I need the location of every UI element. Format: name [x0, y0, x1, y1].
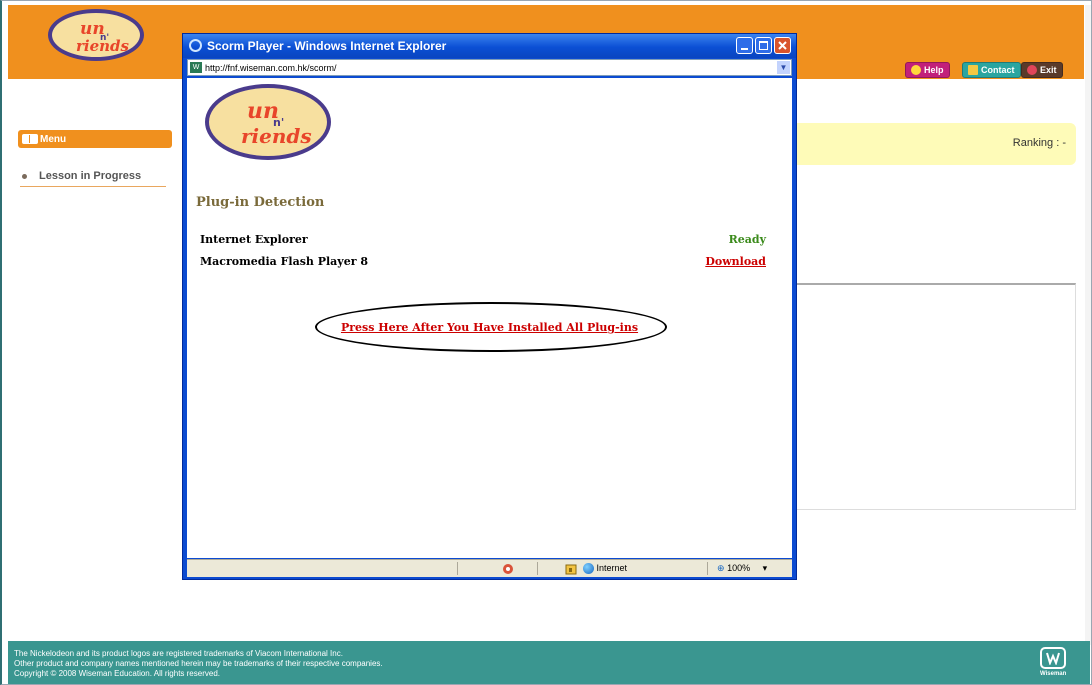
maximize-icon	[759, 41, 768, 50]
download-link[interactable]: Download	[705, 255, 766, 268]
status-divider	[457, 562, 458, 575]
address-dropdown-chevron-down-icon[interactable]: ▼	[777, 61, 790, 74]
popup-blocked-icon[interactable]	[502, 563, 514, 575]
bullet-icon	[22, 173, 27, 179]
site-favicon-icon: W	[190, 62, 202, 73]
status-bar: Internet ⊕ 100% ▾	[187, 559, 792, 577]
window-title: Scorm Player - Windows Internet Explorer	[207, 39, 447, 53]
help-icon	[911, 65, 921, 75]
page-scrollbar[interactable]	[1085, 5, 1091, 645]
zoom-level: 100%	[727, 563, 751, 573]
popup-fun-n-friends-logo: un n' riends	[205, 84, 331, 160]
plugin-row-flash-player: Macromedia Flash Player 8 Download	[200, 255, 766, 268]
status-divider	[537, 562, 538, 575]
menu-tab[interactable]: Menu	[18, 130, 172, 148]
help-button[interactable]: Help	[905, 62, 950, 78]
popup-page: un n' riends Plug-in Detection Internet …	[187, 78, 792, 558]
address-bar[interactable]: W http://fnf.wiseman.com.hk/scorm/ ▼	[187, 59, 792, 76]
exit-button[interactable]: Exit	[1021, 62, 1063, 78]
footer: The Nickelodeon and its product logos ar…	[8, 641, 1090, 684]
maximize-button[interactable]	[755, 37, 772, 54]
sidebar-item-lesson-in-progress[interactable]: Lesson in Progress	[20, 166, 166, 187]
ie-icon	[189, 39, 202, 52]
wiseman-mark-icon	[1046, 652, 1060, 665]
zone-indicator[interactable]: Internet	[583, 563, 628, 575]
contact-button[interactable]: Contact	[962, 62, 1021, 78]
protected-mode-lock-icon[interactable]	[565, 563, 577, 575]
plugin-row-internet-explorer: Internet Explorer Ready	[200, 233, 766, 246]
plugin-name: Internet Explorer	[200, 233, 308, 246]
zoom-control[interactable]: ⊕ 100% ▾	[717, 563, 767, 574]
content-panel	[796, 283, 1076, 510]
status-divider	[707, 562, 708, 575]
footer-trademark-line: The Nickelodeon and its product logos ar…	[14, 649, 343, 658]
wiseman-logo: Wiseman	[1040, 647, 1066, 677]
close-button[interactable]	[774, 37, 791, 54]
exit-icon	[1027, 65, 1037, 75]
plugin-detection-title: Plug-in Detection	[196, 195, 325, 210]
installed-plugins-link[interactable]: Press Here After You Have Installed All …	[187, 321, 792, 334]
scorm-player-window: Scorm Player - Windows Internet Explorer…	[182, 33, 797, 580]
plugin-status-ready: Ready	[728, 233, 766, 246]
globe-icon	[583, 563, 594, 575]
close-icon	[778, 41, 787, 50]
footer-copyright-line: Copyright © 2008 Wiseman Education. All …	[14, 669, 220, 678]
fun-n-friends-logo[interactable]: un n' riends	[48, 9, 144, 61]
footer-company-line: Other product and company names mentione…	[14, 659, 383, 668]
zone-label: Internet	[596, 563, 628, 573]
window-titlebar[interactable]: Scorm Player - Windows Internet Explorer	[183, 34, 796, 58]
zoom-chevron-down-icon: ▾	[762, 563, 768, 573]
minimize-icon	[740, 47, 748, 50]
zoom-icon: ⊕	[717, 563, 725, 573]
wiseman-logo-icon	[1040, 647, 1066, 669]
plugin-name: Macromedia Flash Player 8	[200, 255, 368, 268]
book-icon	[22, 134, 38, 144]
address-url: http://fnf.wiseman.com.hk/scorm/	[205, 62, 337, 73]
ranking-label: Ranking : -	[1012, 137, 1066, 149]
ranking-bar: Ranking : -	[796, 123, 1076, 165]
envelope-icon	[968, 65, 978, 75]
minimize-button[interactable]	[736, 37, 753, 54]
